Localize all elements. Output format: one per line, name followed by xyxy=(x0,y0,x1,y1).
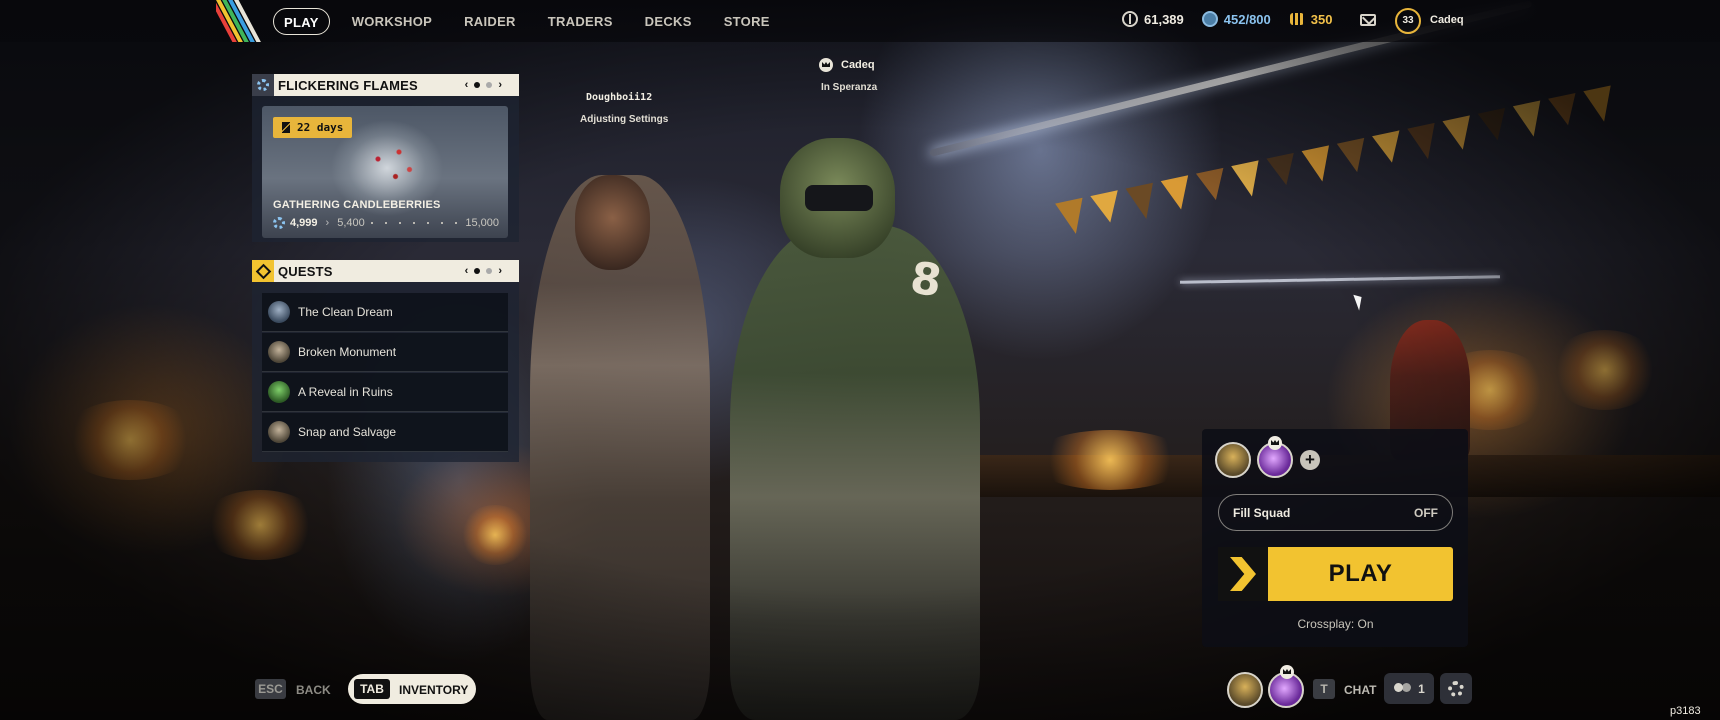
quests-pager: ‹ › xyxy=(462,264,505,278)
quest-item[interactable]: Snap and Salvage xyxy=(262,413,508,452)
top-bar: PLAY WORKSHOP RAIDER TRADERS DECKS STORE… xyxy=(0,0,1720,42)
gear-badge-icon xyxy=(252,74,274,96)
fill-squad-toggle[interactable]: Fill Squad OFF xyxy=(1218,494,1453,531)
page-dot[interactable] xyxy=(486,82,493,88)
tab-key-hint: TAB xyxy=(354,679,390,699)
squad-avatar-1[interactable] xyxy=(1227,672,1263,708)
friends-count: 1 xyxy=(1418,681,1425,696)
play-button-label: PLAY xyxy=(1328,560,1393,587)
gear-icon xyxy=(1448,680,1464,697)
teammate-avatar[interactable] xyxy=(1215,442,1251,478)
nav-play[interactable]: PLAY xyxy=(273,8,330,35)
brand-stripes xyxy=(216,0,264,42)
nav-raider[interactable]: RAIDER xyxy=(464,8,516,35)
crown-icon xyxy=(1268,436,1282,450)
crown-icon xyxy=(819,58,833,72)
quest-giver-avatar xyxy=(268,301,290,323)
play-button[interactable]: PLAY xyxy=(1218,547,1453,601)
quest-label: Snap and Salvage xyxy=(298,425,397,439)
coins-display: 61,389 xyxy=(1122,11,1184,27)
event-panel-header: FLICKERING FLAMES ‹ › xyxy=(252,74,519,96)
nav-traders[interactable]: TRADERS xyxy=(548,8,613,35)
credits-display: 452/800 xyxy=(1201,11,1271,27)
raider-tokens-value: 350 xyxy=(1310,11,1333,27)
teammate-status: Adjusting Settings xyxy=(580,114,669,125)
main-nav: PLAY WORKSHOP RAIDER TRADERS DECKS STORE xyxy=(273,8,802,35)
candleberry-tree xyxy=(357,131,427,201)
friends-icon xyxy=(1393,682,1413,695)
teammate-nameplate: Doughboii12 xyxy=(586,92,653,103)
quests-panel-header: QUESTS ‹ › xyxy=(252,260,519,282)
player-level-badge[interactable]: 33 xyxy=(1395,8,1421,34)
fill-squad-label: Fill Squad xyxy=(1233,505,1291,520)
days-remaining-badge: 22 days xyxy=(273,117,353,138)
page-dot[interactable] xyxy=(474,268,481,274)
event-title: FLICKERING FLAMES xyxy=(278,77,418,93)
coin-icon xyxy=(1122,11,1138,27)
chevron-right-icon[interactable]: › xyxy=(498,78,502,92)
progress-current: 4,999 xyxy=(290,217,318,229)
progress-next: 5,400 xyxy=(337,217,365,229)
chevron-left-icon[interactable]: ‹ xyxy=(465,78,469,92)
raider-token-icon xyxy=(1289,11,1305,27)
fill-squad-state: OFF xyxy=(1414,505,1438,520)
mail-icon[interactable] xyxy=(1360,14,1376,26)
hourglass-icon xyxy=(282,122,290,133)
progress-track xyxy=(370,222,460,224)
quest-diamond-icon xyxy=(252,260,274,282)
back-label[interactable]: BACK xyxy=(296,683,331,697)
quest-item[interactable]: The Clean Dream xyxy=(262,293,508,332)
event-card[interactable]: 22 days GATHERING CANDLEBERRIES 4,999 › … xyxy=(262,106,508,238)
chevron-left-icon[interactable]: ‹ xyxy=(465,264,469,278)
credits-value: 452/800 xyxy=(1223,11,1271,27)
event-pager: ‹ › xyxy=(462,78,505,92)
raider-tokens-display: 350 xyxy=(1289,11,1333,27)
quest-item[interactable]: A Reveal in Ruins xyxy=(262,373,508,412)
quest-giver-avatar xyxy=(268,341,290,363)
quest-item[interactable]: Broken Monument xyxy=(262,333,508,372)
nav-workshop[interactable]: WORKSHOP xyxy=(352,8,432,35)
quest-giver-avatar xyxy=(268,381,290,403)
player-name[interactable]: Cadeq xyxy=(1430,14,1464,26)
chevron-right-icon: › xyxy=(325,217,330,229)
event-progress: 4,999 › 5,400 15,000 xyxy=(273,217,499,229)
quests-title: QUESTS xyxy=(278,263,333,279)
nav-store[interactable]: STORE xyxy=(724,8,770,35)
page-dot[interactable] xyxy=(486,268,493,274)
settings-button[interactable] xyxy=(1440,673,1472,704)
event-card-title: GATHERING CANDLEBERRIES xyxy=(273,199,441,211)
leader-status: In Speranza xyxy=(821,82,878,93)
currency-bar: 61,389 452/800 350 xyxy=(1122,11,1350,27)
crossplay-status[interactable]: Crossplay: On xyxy=(1218,617,1453,631)
build-id: p3183 xyxy=(1670,705,1701,717)
inventory-label[interactable]: INVENTORY xyxy=(399,683,468,697)
esc-key-hint[interactable]: ESC xyxy=(255,679,286,699)
credit-icon xyxy=(1201,11,1218,27)
friends-button[interactable]: 1 xyxy=(1384,673,1434,704)
quest-giver-avatar xyxy=(268,421,290,443)
quest-label: The Clean Dream xyxy=(298,305,393,319)
nav-decks[interactable]: DECKS xyxy=(645,8,692,35)
page-dot[interactable] xyxy=(474,82,481,88)
days-remaining: 22 days xyxy=(297,121,344,134)
quest-label: Broken Monument xyxy=(298,345,397,359)
chat-key-hint[interactable]: T xyxy=(1313,679,1335,699)
add-squad-member-button[interactable]: + xyxy=(1300,450,1320,470)
coins-value: 61,389 xyxy=(1144,11,1184,27)
gear-icon xyxy=(273,217,285,229)
chevron-right-icon xyxy=(1218,547,1268,601)
leader-nameplate: Cadeq xyxy=(841,59,875,71)
chevron-right-icon[interactable]: › xyxy=(498,264,502,278)
crown-icon xyxy=(1280,665,1294,679)
chat-label[interactable]: CHAT xyxy=(1344,683,1376,697)
progress-max: 15,000 xyxy=(465,217,499,229)
quest-label: A Reveal in Ruins xyxy=(298,385,393,399)
